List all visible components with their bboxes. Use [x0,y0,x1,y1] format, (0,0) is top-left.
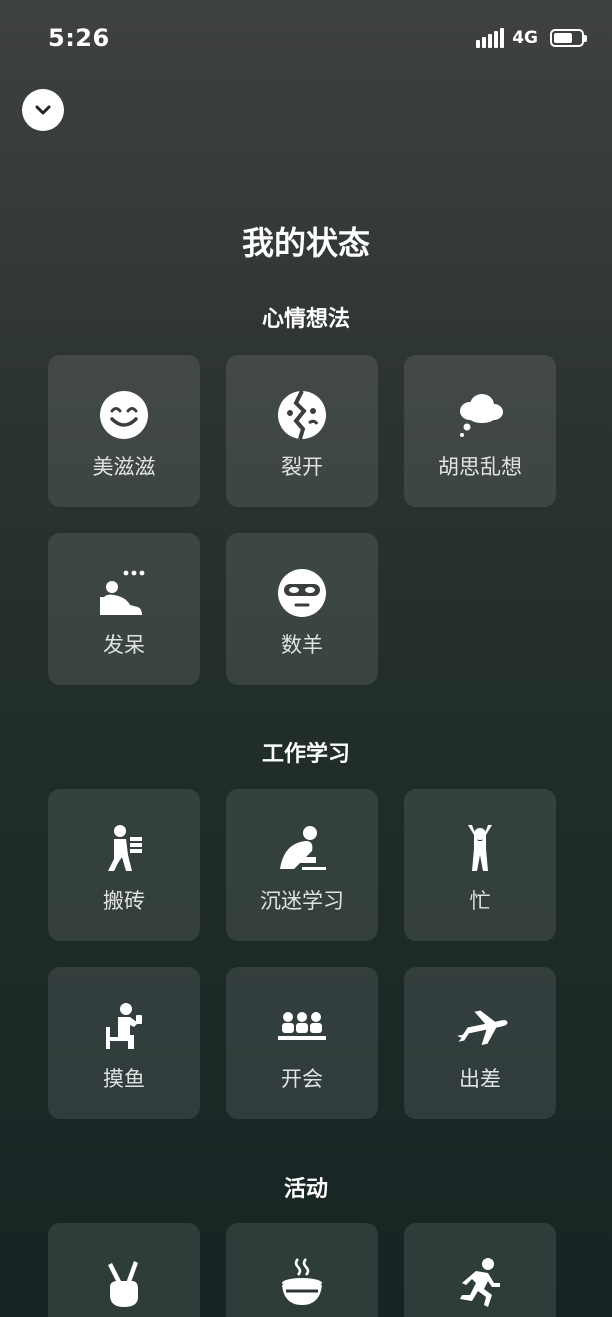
status-tile-label: 开会 [281,1067,323,1091]
chevron-down-icon [35,105,51,115]
status-tile-shuyang[interactable]: 数羊 [226,533,378,685]
status-tile-chenmixuexi[interactable]: 沉迷学习 [226,789,378,941]
slacking-person-icon [94,997,154,1057]
status-tile-activity-2[interactable] [226,1223,378,1317]
status-tile-label: 胡思乱想 [438,455,522,479]
status-tile-kaihui[interactable]: 开会 [226,967,378,1119]
status-time: 5:26 [48,24,110,52]
status-tile-label: 沉迷学习 [260,889,344,913]
status-tile-label: 美滋滋 [92,455,156,479]
status-tile-mang[interactable]: 忙 [404,789,556,941]
page-title: 我的状态 [241,224,370,262]
status-tile-meizizi[interactable]: 美滋滋 [48,355,200,507]
section-title-work: 工作学习 [261,742,350,767]
section-title-mood: 心情想法 [261,307,350,332]
network-type: 4G [512,28,538,48]
status-tile-moyu[interactable]: 摸鱼 [48,967,200,1119]
status-tile-label: 出差 [459,1067,501,1091]
hot-bowl-icon [272,1253,332,1313]
status-tile-label: 裂开 [281,455,323,479]
running-person-icon [450,1253,510,1313]
collapse-button[interactable] [22,89,64,131]
victory-hand-icon [94,1253,154,1313]
airplane-icon [450,997,510,1057]
sleep-mask-face-icon [272,563,332,623]
status-tile-label: 数羊 [281,633,323,657]
signal-strength-icon [476,28,505,48]
status-tile-liekai[interactable]: 裂开 [226,355,378,507]
cracked-face-icon [272,385,332,445]
status-tile-label: 搬砖 [103,889,145,913]
thought-cloud-icon [450,385,510,445]
studying-person-icon [272,819,332,879]
status-tile-label: 忙 [469,889,491,913]
status-tile-fadai[interactable]: 发呆 [48,533,200,685]
section-title-activity: 活动 [283,1177,328,1202]
meeting-icon [272,997,332,1057]
status-tile-husiluanxiang[interactable]: 胡思乱想 [404,355,556,507]
status-tile-label: 摸鱼 [103,1067,145,1091]
smile-face-icon [94,385,154,445]
status-tile-label: 发呆 [103,633,145,657]
status-tile-activity-1[interactable] [48,1223,200,1317]
status-tile-chuchai[interactable]: 出差 [404,967,556,1119]
busy-person-icon [450,819,510,879]
battery-icon [550,29,587,47]
carry-bricks-icon [94,819,154,879]
daze-person-icon [94,563,154,623]
status-tile-activity-3[interactable] [404,1223,556,1317]
status-tile-banzhuan[interactable]: 搬砖 [48,789,200,941]
status-bar: 5:26 4G [0,0,612,80]
